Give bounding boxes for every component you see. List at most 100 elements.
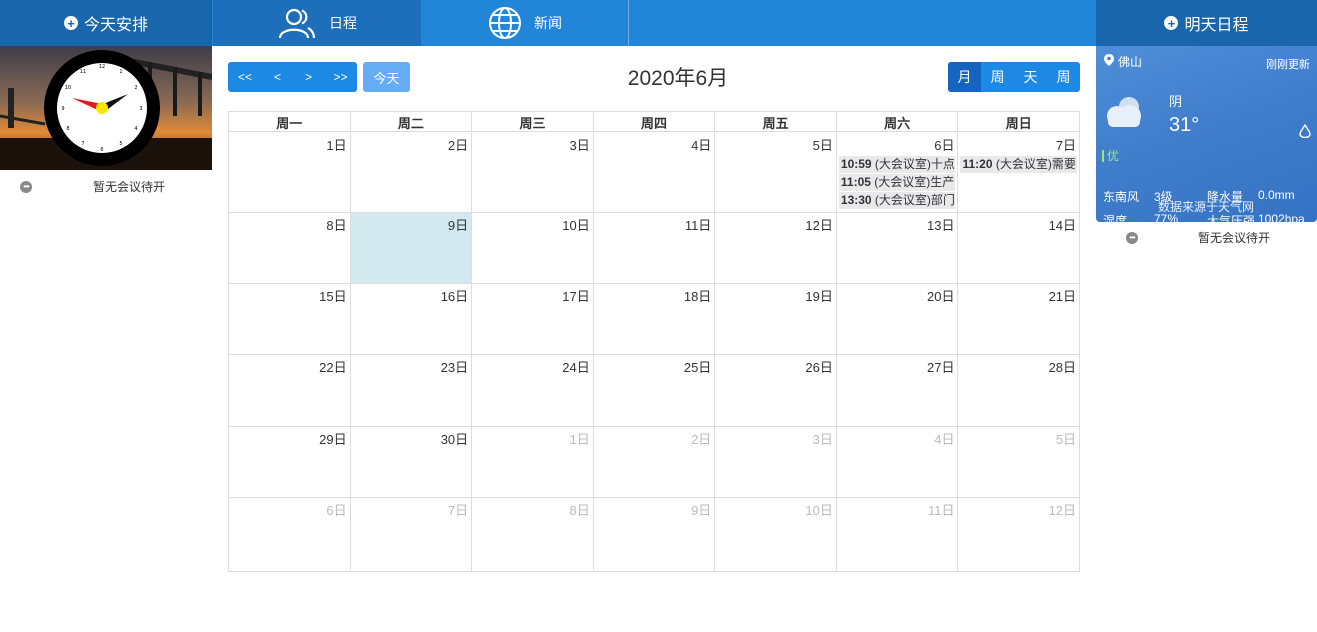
calendar-day-cell[interactable]: 21日 bbox=[958, 284, 1079, 354]
calendar-day-cell[interactable]: 9日 bbox=[594, 498, 716, 572]
calendar-day-cell[interactable]: 29日 bbox=[229, 427, 351, 497]
calendar-day-cell[interactable]: 20日 bbox=[837, 284, 959, 354]
calendar-day-cell[interactable]: 8日 bbox=[229, 213, 351, 283]
plus-circle-icon: + bbox=[63, 16, 78, 30]
calendar-day-cell[interactable]: 3日 bbox=[472, 133, 594, 212]
calendar-event[interactable]: 10:59 (大会议室)十点 bbox=[838, 156, 956, 173]
calendar-day-cell[interactable]: 24日 bbox=[472, 355, 594, 426]
cloud-icon bbox=[1102, 94, 1144, 133]
weather-widget: 佛山 刚刚更新 阴 31° 优 东南风 3级 降水量 0.0mm 数据来源于天气… bbox=[1096, 46, 1317, 222]
calendar-day-cell[interactable]: 7日 11:20 (大会议室)需要 bbox=[958, 133, 1079, 212]
calendar-day-cell[interactable]: 4日 bbox=[837, 427, 959, 497]
calendar-event[interactable]: 11:05 (大会议室)生产 bbox=[838, 174, 956, 191]
calendar-event[interactable]: 11:20 (大会议室)需要 bbox=[960, 156, 1078, 173]
calendar-day-cell[interactable]: 22日 bbox=[229, 355, 351, 426]
calendar-week-row: 6日 7日 8日 9日 10日 11日 12日 bbox=[229, 498, 1079, 572]
calendar-day-cell[interactable]: 3日 bbox=[715, 427, 837, 497]
calendar-day-cell[interactable]: 6日 bbox=[229, 498, 351, 572]
calendar-day-cell[interactable]: 25日 bbox=[594, 355, 716, 426]
calendar-day-cell[interactable]: 26日 bbox=[715, 355, 837, 426]
day-number: 10日 bbox=[805, 503, 833, 518]
calendar-day-cell[interactable]: 14日 bbox=[958, 213, 1079, 283]
next-month-button[interactable]: > bbox=[293, 62, 324, 92]
calendar-day-cell[interactable]: 18日 bbox=[594, 284, 716, 354]
event-time: 13:30 bbox=[840, 193, 872, 207]
calendar-event[interactable]: 13:30 (大会议室)部门 bbox=[838, 192, 956, 209]
humidity-label: 湿度 bbox=[1103, 214, 1128, 222]
tab-schedule[interactable]: 日程 bbox=[213, 0, 421, 46]
pressure-value: 1002hpa bbox=[1258, 212, 1305, 222]
day-number: 10日 bbox=[562, 218, 590, 233]
day-number: 8日 bbox=[569, 503, 590, 518]
calendar-day-cell[interactable]: 19日 bbox=[715, 284, 837, 354]
view-week-button[interactable]: 周 bbox=[981, 62, 1014, 92]
calendar-week-row: 29日 30日 1日 2日 3日 4日 5日 bbox=[229, 427, 1079, 498]
weekday-header-cell: 周一 bbox=[229, 112, 351, 132]
calendar-day-cell[interactable]: 2日 bbox=[594, 427, 716, 497]
calendar-day-cell-today[interactable]: 9日 bbox=[350, 213, 473, 283]
calendar-day-cell[interactable]: 1日 bbox=[229, 133, 351, 212]
svg-text:8: 8 bbox=[66, 126, 69, 132]
prev-month-button[interactable]: < bbox=[262, 62, 293, 92]
day-number: 1日 bbox=[569, 432, 590, 447]
analog-clock-icon: 12 1 2 3 4 5 6 7 8 9 10 11 bbox=[0, 46, 212, 170]
calendar-day-cell[interactable]: 10日 bbox=[472, 213, 594, 283]
calendar-day-cell[interactable]: 23日 bbox=[351, 355, 473, 426]
view-week-list-button[interactable]: 周 bbox=[1047, 62, 1080, 92]
calendar-day-cell[interactable]: 2日 bbox=[351, 133, 473, 212]
day-number: 19日 bbox=[805, 289, 833, 304]
calendar-day-cell[interactable]: 4日 bbox=[594, 133, 716, 212]
right-panel: 佛山 刚刚更新 阴 31° 优 东南风 3级 降水量 0.0mm 数据来源于天气… bbox=[1096, 46, 1317, 632]
svg-text:5: 5 bbox=[119, 141, 122, 147]
calendar-day-cell[interactable]: 7日 bbox=[351, 498, 473, 572]
weekday-header-cell: 周二 bbox=[351, 112, 473, 132]
event-list: 10:59 (大会议室)十点 11:05 (大会议室)生产 13:30 (大会议室)… bbox=[838, 156, 956, 210]
day-number: 27日 bbox=[927, 360, 955, 375]
calendar-day-cell[interactable]: 13日 bbox=[837, 213, 959, 283]
calendar-day-cell[interactable]: 11日 bbox=[594, 213, 716, 283]
day-number: 28日 bbox=[1048, 360, 1077, 375]
calendar-day-cell[interactable]: 1日 bbox=[472, 427, 594, 497]
calendar-day-cell[interactable]: 5日 bbox=[715, 133, 837, 212]
event-list: 11:20 (大会议室)需要 bbox=[960, 156, 1078, 174]
day-number: 2日 bbox=[691, 432, 712, 447]
view-month-button[interactable]: 月 bbox=[948, 62, 981, 92]
today-plan-button[interactable]: + 今天安排 bbox=[0, 0, 212, 46]
left-panel: 12 1 2 3 4 5 6 7 8 9 10 11 ••• 暂无会议待开 bbox=[0, 46, 212, 632]
calendar-day-cell[interactable]: 5日 bbox=[958, 427, 1079, 497]
globe-icon bbox=[489, 7, 521, 39]
calendar-day-cell[interactable]: 10日 bbox=[715, 498, 837, 572]
calendar-day-cell[interactable]: 16日 bbox=[351, 284, 473, 354]
no-meeting-text: 暂无会议待开 bbox=[1198, 231, 1271, 245]
today-button[interactable]: 今天 bbox=[363, 62, 410, 92]
view-day-button[interactable]: 天 bbox=[1014, 62, 1047, 92]
calendar-nav-group: << < > >> bbox=[228, 62, 357, 92]
calendar-day-cell[interactable]: 17日 bbox=[472, 284, 594, 354]
tomorrow-schedule-label: 明天日程 bbox=[1184, 17, 1249, 34]
day-number: 1日 bbox=[326, 138, 347, 153]
users-icon bbox=[278, 8, 316, 39]
calendar-day-cell[interactable]: 8日 bbox=[472, 498, 594, 572]
prev-year-button[interactable]: << bbox=[228, 62, 262, 92]
no-meeting-text: 暂无会议待开 bbox=[93, 180, 166, 194]
day-number: 22日 bbox=[319, 360, 347, 375]
weekday-header-cell: 周四 bbox=[594, 112, 716, 132]
calendar-day-cell[interactable]: 11日 bbox=[837, 498, 959, 572]
calendar-day-cell[interactable]: 27日 bbox=[837, 355, 959, 426]
calendar-day-cell[interactable]: 30日 bbox=[351, 427, 473, 497]
month-calendar-grid: 周一 周二 周三 周四 周五 周六 周日 1日 2日 3日 4日 5日 6日 10:59 (大会议室)十… bbox=[228, 111, 1080, 572]
tab-news[interactable]: 新闻 bbox=[422, 0, 629, 46]
weather-city: 佛山 bbox=[1118, 55, 1143, 69]
calendar-day-cell[interactable]: 28日 bbox=[958, 355, 1079, 426]
calendar-day-cell[interactable]: 6日 10:59 (大会议室)十点 11:05 (大会议室)生产 13:30 (大会议… bbox=[837, 133, 959, 212]
calendar-day-cell[interactable]: 15日 bbox=[229, 284, 351, 354]
day-number: 12日 bbox=[805, 218, 833, 233]
calendar-main: << < > >> 今天 2020年6月 月 周 天 周 周一 周二 周三 周四 周五周… bbox=[213, 46, 1095, 632]
calendar-day-cell[interactable]: 12日 bbox=[715, 213, 837, 283]
calendar-day-cell[interactable]: 12日 bbox=[958, 498, 1079, 572]
tomorrow-schedule-button[interactable]: + 明天日程 bbox=[1096, 0, 1317, 46]
day-number: 3日 bbox=[569, 138, 590, 153]
next-year-button[interactable]: >> bbox=[324, 62, 357, 92]
no-meeting-notice-tomorrow: ••• 暂无会议待开 bbox=[1126, 229, 1270, 246]
event-title: (大会议室)部门 bbox=[871, 193, 955, 207]
